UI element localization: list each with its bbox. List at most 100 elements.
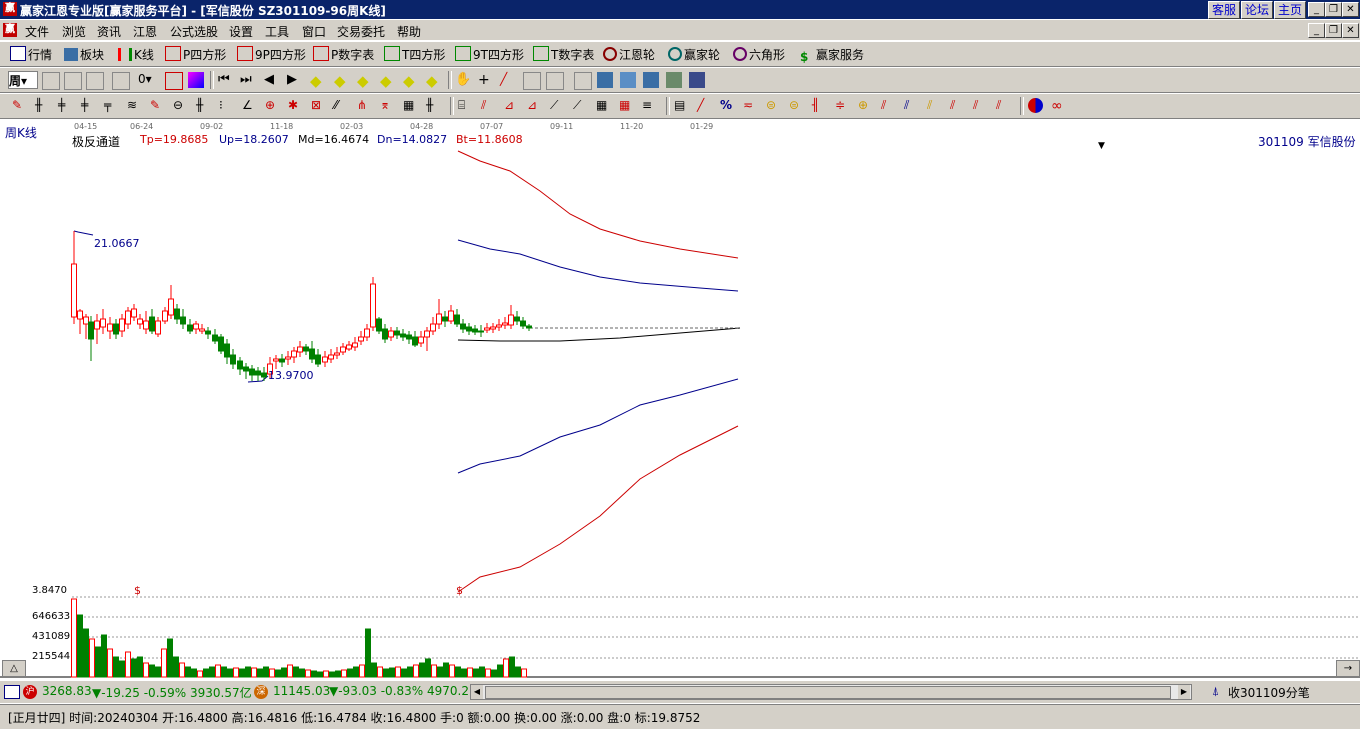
nav-winner-wheel[interactable]: 赢家轮 bbox=[668, 46, 720, 63]
scroll-thumb[interactable] bbox=[485, 686, 1171, 699]
draw-tool-icon-33[interactable]: ⊕ bbox=[858, 98, 874, 114]
link-home[interactable]: 主页 bbox=[1274, 1, 1307, 19]
draw-tool-icon-37[interactable]: ⫽ bbox=[950, 98, 966, 114]
yin-yang-icon[interactable] bbox=[1028, 98, 1043, 113]
draw-tool-icon-14[interactable]: ⋔ bbox=[357, 98, 373, 114]
coin-icon[interactable]: ⊜ bbox=[766, 98, 782, 114]
draw-tool-icon-7[interactable]: ╫ bbox=[196, 98, 212, 114]
crosshair-icon[interactable]: + bbox=[478, 72, 494, 88]
nav-kline[interactable]: K线 bbox=[118, 46, 154, 63]
link-kefu[interactable]: 客服 bbox=[1208, 1, 1241, 19]
draw-tool-icon-26[interactable]: ≡ bbox=[642, 98, 658, 114]
nav-9t-square[interactable]: 9T四方形 bbox=[455, 46, 524, 63]
nav-p-table[interactable]: P数字表 bbox=[313, 46, 374, 63]
line-tool-icon[interactable]: ╱ bbox=[500, 72, 516, 88]
diamond-icon-5[interactable]: ◆ bbox=[403, 72, 419, 90]
prev-icon[interactable]: ◀ bbox=[264, 72, 280, 88]
tool-icon-1[interactable] bbox=[42, 72, 60, 90]
diamond-icon-6[interactable]: ◆ bbox=[426, 72, 442, 90]
tool-icon-5[interactable] bbox=[165, 72, 183, 90]
link-forum[interactable]: 论坛 bbox=[1241, 1, 1274, 19]
percent-icon[interactable]: % bbox=[720, 98, 736, 114]
draw-tool-icon-19[interactable]: ⫽ bbox=[481, 98, 497, 114]
scroll-right-icon[interactable]: → bbox=[1336, 660, 1360, 677]
draw-tool-icon-35[interactable]: ⫽ bbox=[904, 98, 920, 114]
draw-tool-icon-29[interactable]: ≂ bbox=[743, 98, 759, 114]
tool-icon-10[interactable] bbox=[620, 72, 636, 88]
draw-tool-icon-18[interactable]: ⌸ bbox=[458, 98, 474, 114]
nav-t-table[interactable]: T数字表 bbox=[533, 46, 594, 63]
pencil-icon[interactable]: ✎ bbox=[12, 98, 28, 114]
chart-area[interactable]: 04-15 06-24 09-02 11-18 02-03 04-28 07-07 09-11… bbox=[0, 119, 1360, 678]
draw-tool-icon-9[interactable]: ∠ bbox=[242, 98, 258, 114]
tick-detail-label[interactable]: 收301109分笔 bbox=[1228, 684, 1310, 701]
menu-browse[interactable]: 浏览 bbox=[62, 23, 86, 40]
save-icon[interactable] bbox=[643, 72, 659, 88]
draw-tool-icon-20[interactable]: ⊿ bbox=[504, 98, 520, 114]
zero-dropdown-icon[interactable]: 0▾ bbox=[138, 72, 154, 88]
draw-tool-icon-13[interactable]: ⁄⁄ bbox=[334, 98, 350, 114]
nav-9p-square[interactable]: 9P四方形 bbox=[237, 46, 306, 63]
color-tool-icon[interactable] bbox=[188, 72, 204, 88]
draw-tool-icon-11[interactable]: ✱ bbox=[288, 98, 304, 114]
tool-icon-3[interactable] bbox=[86, 72, 104, 90]
draw-tool-icon-28[interactable]: ╱ bbox=[697, 98, 713, 114]
nav-quotes[interactable]: 行情 bbox=[10, 46, 52, 63]
menu-help[interactable]: 帮助 bbox=[397, 23, 421, 40]
tool-icon-6[interactable] bbox=[523, 72, 541, 90]
tool-icon-2[interactable] bbox=[64, 72, 82, 90]
draw-tool-icon-24[interactable]: ▦ bbox=[596, 98, 612, 114]
draw-tool-icon-6[interactable]: ✎ bbox=[150, 98, 166, 114]
nav-hexagon[interactable]: 六角形 bbox=[733, 46, 785, 63]
diamond-icon-4[interactable]: ◆ bbox=[380, 72, 396, 90]
draw-tool-icon-22[interactable]: ⟋ bbox=[550, 98, 566, 114]
hand-icon[interactable]: ✋ bbox=[455, 72, 471, 88]
grid-icon[interactable] bbox=[4, 685, 20, 699]
doc-close-icon[interactable]: ✕ bbox=[1342, 23, 1359, 38]
draw-tool-icon-5[interactable]: ≋ bbox=[127, 98, 143, 114]
draw-tool-icon-1[interactable]: ╫ bbox=[35, 98, 51, 114]
last-bar-icon[interactable]: ⏭ bbox=[240, 72, 256, 88]
doc-restore-icon[interactable]: ❐ bbox=[1325, 23, 1342, 38]
restore-icon[interactable]: ❐ bbox=[1325, 2, 1342, 17]
draw-tool-icon-23[interactable]: ⟋ bbox=[573, 98, 589, 114]
period-select[interactable]: 周▾ bbox=[8, 71, 38, 89]
draw-tool-icon-8[interactable]: ⁝ bbox=[219, 98, 235, 114]
nav-gann-wheel[interactable]: 江恩轮 bbox=[603, 46, 655, 63]
nav-service[interactable]: $ 赢家服务 bbox=[800, 46, 864, 64]
infinity-icon[interactable]: ∞ bbox=[1051, 98, 1067, 114]
scroll-left-arrow-icon[interactable]: ◀ bbox=[471, 685, 483, 699]
menu-file[interactable]: 文件 bbox=[25, 23, 49, 40]
minimize-icon[interactable]: _ bbox=[1308, 2, 1325, 17]
draw-tool-icon-30[interactable]: ⊜ bbox=[789, 98, 805, 114]
draw-tool-icon-32[interactable]: ≑ bbox=[835, 98, 851, 114]
tool-icon-9[interactable] bbox=[597, 72, 613, 88]
menu-formula[interactable]: 公式选股 bbox=[170, 23, 218, 40]
draw-tool-icon-4[interactable]: ╤ bbox=[104, 98, 120, 114]
draw-tool-icon-31[interactable]: ╢ bbox=[812, 98, 828, 114]
menu-info[interactable]: 资讯 bbox=[97, 23, 121, 40]
dropdown-arrow-icon[interactable]: ▼ bbox=[1098, 141, 1105, 151]
nav-p-square[interactable]: P四方形 bbox=[165, 46, 226, 63]
draw-tool-icon-16[interactable]: ▦ bbox=[403, 98, 419, 114]
first-bar-icon[interactable]: ⏮ bbox=[218, 72, 234, 88]
scroll-right-arrow-icon[interactable]: ▶ bbox=[1178, 685, 1190, 699]
menu-gann[interactable]: 江恩 bbox=[133, 23, 157, 40]
menu-trade[interactable]: 交易委托 bbox=[337, 23, 385, 40]
close-icon[interactable]: ✕ bbox=[1342, 2, 1359, 17]
tool-icon-7[interactable] bbox=[546, 72, 564, 90]
menu-settings[interactable]: 设置 bbox=[229, 23, 253, 40]
draw-tool-icon-10[interactable]: ⊕ bbox=[265, 98, 281, 114]
draw-tool-icon-12[interactable]: ⊠ bbox=[311, 98, 327, 114]
nav-t-square[interactable]: T四方形 bbox=[384, 46, 445, 63]
nav-sector[interactable]: 板块 bbox=[64, 46, 104, 63]
draw-tool-icon-38[interactable]: ⫽ bbox=[973, 98, 989, 114]
draw-tool-icon-39[interactable]: ⫽ bbox=[996, 98, 1012, 114]
print-icon[interactable] bbox=[689, 72, 705, 88]
draw-tool-icon-27[interactable]: ▤ bbox=[674, 98, 690, 114]
diamond-icon-1[interactable]: ◆ bbox=[310, 72, 326, 90]
next-icon[interactable]: ▶ bbox=[287, 72, 303, 88]
scroll-up-icon[interactable]: △ bbox=[2, 660, 26, 677]
draw-tool-icon-2[interactable]: ╪ bbox=[58, 98, 74, 114]
draw-tool-icon-34[interactable]: ⫽ bbox=[881, 98, 897, 114]
